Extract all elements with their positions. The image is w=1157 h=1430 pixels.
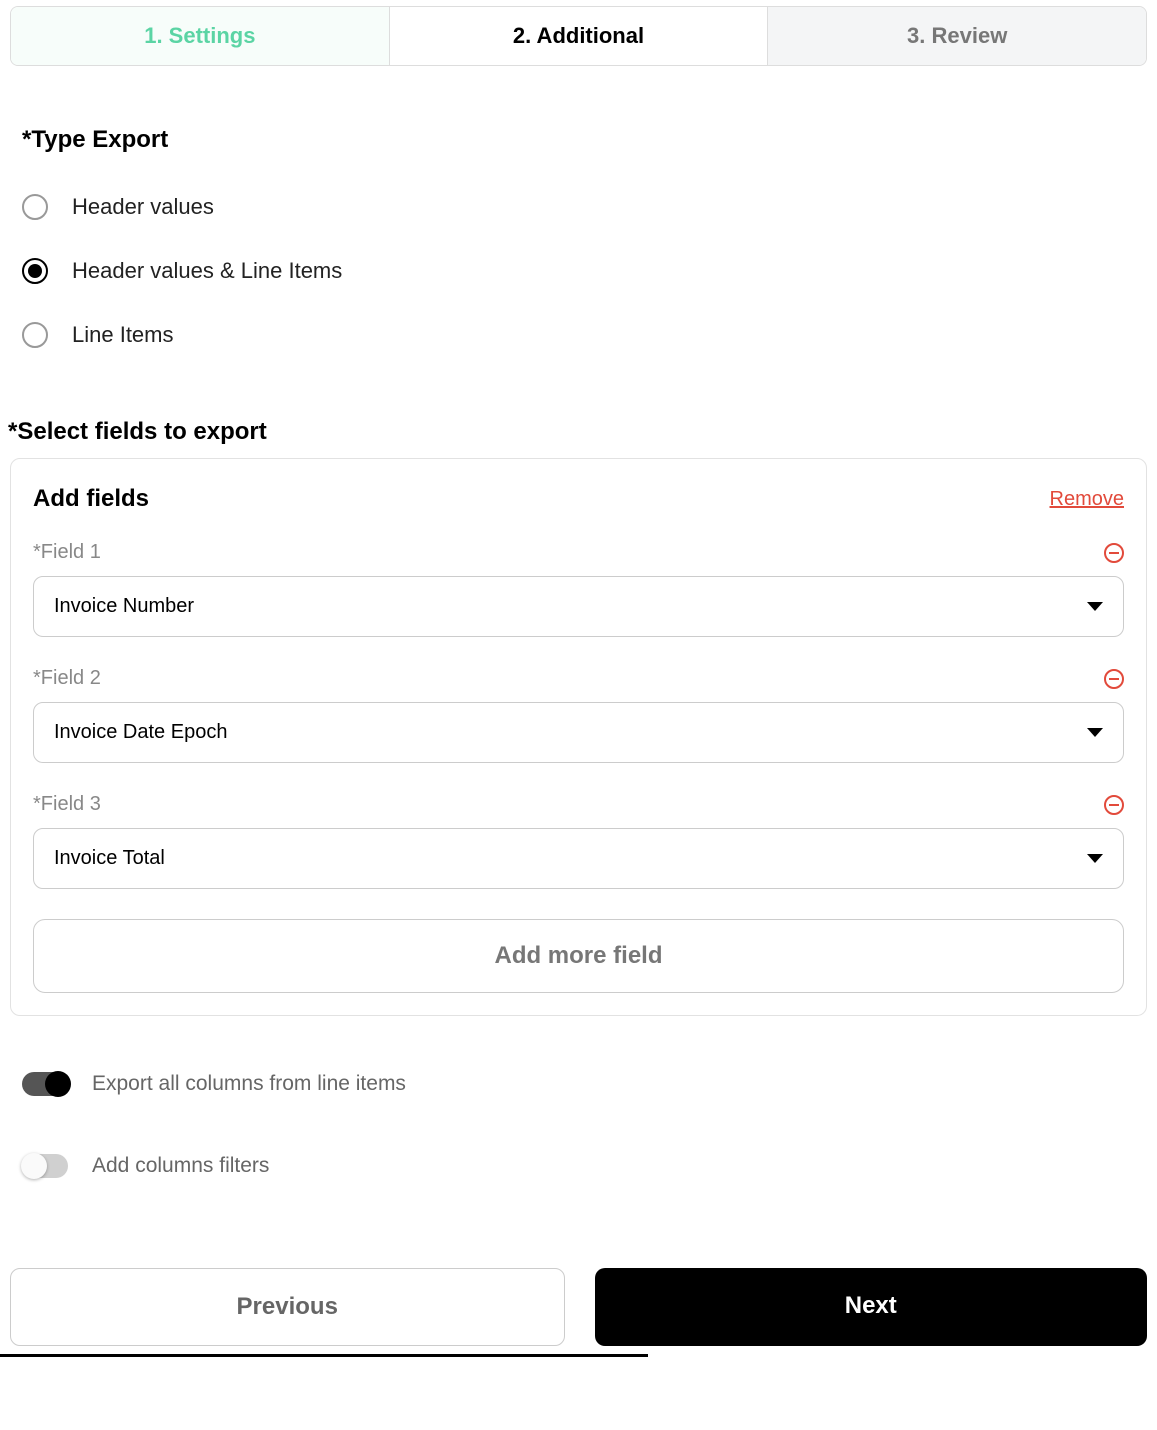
field-2-label: *Field 2 <box>33 667 101 690</box>
tab-additional[interactable]: 2. Additional <box>390 7 769 65</box>
toggle-export-all-label: Export all columns from line items <box>92 1072 406 1096</box>
field-block-1: *Field 1 Invoice Number <box>33 541 1124 637</box>
tab-settings[interactable]: 1. Settings <box>11 7 390 65</box>
remove-field-icon[interactable] <box>1104 795 1124 815</box>
field-1-select[interactable]: Invoice Number <box>33 576 1124 637</box>
tab-review[interactable]: 3. Review <box>768 7 1146 65</box>
radio-icon <box>22 322 48 348</box>
remove-link[interactable]: Remove <box>1050 488 1124 511</box>
field-2-value: Invoice Date Epoch <box>54 721 227 744</box>
radio-header-and-line[interactable]: Header values & Line Items <box>22 258 1157 284</box>
fields-header: Add fields Remove <box>33 485 1124 513</box>
bottom-divider <box>0 1354 648 1357</box>
radio-header-values[interactable]: Header values <box>22 194 1157 220</box>
radio-label: Line Items <box>72 322 174 348</box>
radio-label: Header values & Line Items <box>72 258 342 284</box>
chevron-down-icon <box>1087 602 1103 611</box>
radio-line-items[interactable]: Line Items <box>22 322 1157 348</box>
field-3-label: *Field 3 <box>33 793 101 816</box>
toggle-export-all[interactable] <box>22 1072 68 1096</box>
field-block-2: *Field 2 Invoice Date Epoch <box>33 667 1124 763</box>
field-block-3: *Field 3 Invoice Total <box>33 793 1124 889</box>
radio-icon <box>22 194 48 220</box>
radio-icon <box>22 258 48 284</box>
field-3-value: Invoice Total <box>54 847 165 870</box>
field-3-select[interactable]: Invoice Total <box>33 828 1124 889</box>
toggle-knob <box>21 1153 47 1179</box>
type-export-section: *Type Export Header values Header values… <box>0 126 1157 348</box>
step-tabs: 1. Settings 2. Additional 3. Review <box>10 6 1147 66</box>
remove-field-icon[interactable] <box>1104 543 1124 563</box>
radio-label: Header values <box>72 194 214 220</box>
toggle-knob <box>45 1071 71 1097</box>
type-export-label: *Type Export <box>0 126 1157 154</box>
type-export-radio-group: Header values Header values & Line Items… <box>0 194 1157 348</box>
add-more-field-button[interactable]: Add more field <box>33 919 1124 993</box>
toggle-export-all-row: Export all columns from line items <box>22 1072 1157 1096</box>
chevron-down-icon <box>1087 728 1103 737</box>
footer: Previous Next <box>0 1268 1157 1346</box>
chevron-down-icon <box>1087 854 1103 863</box>
next-button[interactable]: Next <box>595 1268 1148 1346</box>
select-fields-label: *Select fields to export <box>0 418 1157 446</box>
add-fields-title: Add fields <box>33 485 149 513</box>
field-1-value: Invoice Number <box>54 595 194 618</box>
toggle-add-filters-label: Add columns filters <box>92 1154 269 1178</box>
toggle-add-filters-row: Add columns filters <box>22 1154 1157 1178</box>
toggle-add-filters[interactable] <box>22 1154 68 1178</box>
fields-card: Add fields Remove *Field 1 Invoice Numbe… <box>10 458 1147 1016</box>
previous-button[interactable]: Previous <box>10 1268 565 1346</box>
remove-field-icon[interactable] <box>1104 669 1124 689</box>
toggles-section: Export all columns from line items Add c… <box>0 1072 1157 1178</box>
field-2-select[interactable]: Invoice Date Epoch <box>33 702 1124 763</box>
field-1-label: *Field 1 <box>33 541 101 564</box>
